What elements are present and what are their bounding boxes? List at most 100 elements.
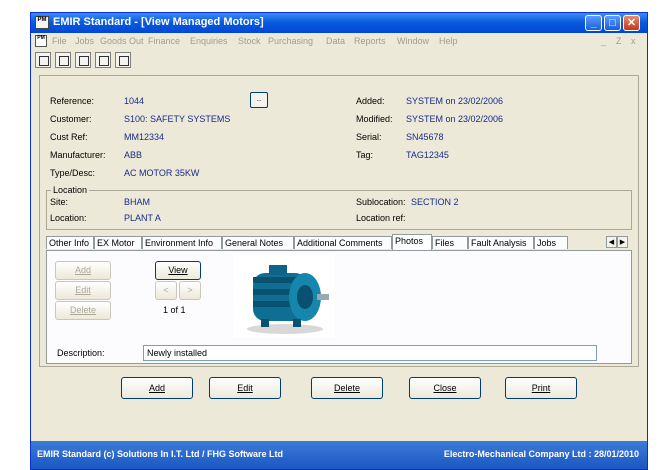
photo-edit-button[interactable]: Edit (55, 281, 111, 300)
tab-fault-analysis[interactable]: Fault Analysis (468, 236, 534, 249)
location-ref-label: Location ref: (356, 213, 406, 223)
cust-ref-value: MM12334 (124, 132, 165, 142)
photo-view-button[interactable]: View (155, 261, 201, 280)
menu-reports[interactable]: Reports (354, 36, 386, 46)
menu-bar: PM File Jobs Goods Out Finance Enquiries… (31, 33, 647, 50)
photos-tab-panel: Add Edit Delete View < > 1 of 1 Descript… (46, 250, 632, 364)
close-button[interactable]: Close (409, 377, 481, 399)
edit-button[interactable]: Edit (209, 377, 281, 399)
tab-scroll-right-icon[interactable]: ▶ (617, 236, 628, 248)
photo-delete-button[interactable]: Delete (55, 301, 111, 320)
database-icon[interactable] (95, 52, 111, 68)
added-value: SYSTEM on 23/02/2006 (406, 96, 504, 106)
photo-counter: 1 of 1 (163, 305, 186, 315)
status-bar: EMIR Standard (c) Solutions In I.T. Ltd … (31, 441, 647, 469)
location-value: PLANT A (124, 213, 161, 223)
mdi-close-icon[interactable]: x (631, 36, 636, 46)
calculator-icon[interactable] (115, 52, 131, 68)
record-panel: Reference: 1044 .. Customer: S100: SAFET… (39, 75, 639, 367)
photo-add-label: Add (74, 265, 91, 275)
close-icon[interactable]: ✕ (623, 15, 640, 31)
document-icon[interactable]: PM (35, 35, 47, 47)
delete-button[interactable]: Delete (311, 377, 383, 399)
mdi-restore-icon[interactable]: Ζ (616, 36, 622, 46)
photo-delete-label: Delete (69, 305, 96, 315)
tab-jobs[interactable]: Jobs (534, 236, 568, 249)
reference-label: Reference: (50, 96, 95, 106)
location-label: Location: (50, 213, 87, 223)
mdi-minimize-icon[interactable]: _ (601, 36, 606, 46)
customer-label: Customer: (50, 114, 92, 124)
tag-value: TAG12345 (406, 150, 449, 160)
photo-next-button[interactable]: > (179, 281, 201, 300)
menu-finance[interactable]: Finance (148, 36, 180, 46)
manufacturer-value: ABB (124, 150, 143, 160)
menu-data[interactable]: Data (326, 36, 345, 46)
sublocation-value: SECTION 2 (411, 197, 459, 207)
modified-label: Modified: (356, 114, 393, 124)
tab-environment-info[interactable]: Environment Info (142, 236, 222, 249)
minimize-icon[interactable]: _ (585, 15, 602, 31)
menu-enquiries[interactable]: Enquiries (190, 36, 228, 46)
status-company-date: Electro-Mechanical Company Ltd : 28/01/2… (443, 449, 639, 459)
edit-label: Edit (237, 383, 253, 393)
tab-other-info[interactable]: Other Info (46, 236, 94, 249)
sublocation-label: Sublocation: (356, 197, 406, 207)
serial-value: SN45678 (406, 132, 444, 142)
modified-value: SYSTEM on 23/02/2006 (406, 114, 504, 124)
new-doc-icon[interactable] (35, 52, 51, 68)
added-label: Added: (356, 96, 385, 106)
print-label: Print (531, 383, 551, 393)
tag-label: Tag: (356, 150, 374, 160)
description-label: Description: (57, 348, 105, 358)
reference-value: 1044 (124, 96, 145, 106)
tab-additional-comments[interactable]: Additional Comments (294, 236, 392, 249)
tab-scroll-left-icon[interactable]: ◀ (606, 236, 617, 248)
app-icon[interactable]: PM (35, 16, 49, 29)
close-label: Close (433, 383, 457, 393)
tab-photos[interactable]: Photos (392, 234, 432, 250)
delete-label: Delete (333, 383, 360, 393)
maximize-icon[interactable]: □ (604, 15, 621, 31)
menu-purchasing[interactable]: Purchasing (268, 36, 313, 46)
type-label: Type/Desc: (50, 168, 96, 178)
action-buttons: Add Edit Delete Close Print (39, 371, 639, 411)
photo-prev-button[interactable]: < (155, 281, 177, 300)
add-label: Add (148, 383, 165, 393)
menu-file[interactable]: File (52, 36, 67, 46)
add-button[interactable]: Add (121, 377, 193, 399)
menu-goods-out[interactable]: Goods Out (100, 36, 144, 46)
tab-strip: Other Info EX Motor Environment Info Gen… (46, 234, 632, 250)
menu-jobs[interactable]: Jobs (75, 36, 94, 46)
site-label: Site: (50, 197, 69, 207)
motor-photo (233, 255, 335, 337)
photo-edit-label: Edit (75, 285, 91, 295)
location-group: Location Site: BHAM Location: PLANT A Su… (46, 185, 632, 230)
toolbar (31, 50, 647, 71)
status-copyright: EMIR Standard (c) Solutions In I.T. Ltd … (37, 449, 283, 459)
photo-add-button[interactable]: Add (55, 261, 111, 280)
description-field[interactable]: Newly installed (143, 345, 597, 361)
menu-window[interactable]: Window (397, 36, 429, 46)
application-window: PM EMIR Standard - [View Managed Motors]… (30, 12, 648, 470)
tools-icon[interactable] (75, 52, 91, 68)
photo-view-label: View (168, 265, 188, 275)
tab-files[interactable]: Files (432, 236, 468, 249)
site-value: BHAM (124, 197, 151, 207)
manufacturer-label: Manufacturer: (50, 150, 106, 160)
find-icon[interactable] (55, 52, 71, 68)
window-title: EMIR Standard - [View Managed Motors] (53, 16, 264, 28)
lookup-button[interactable]: .. (250, 92, 268, 108)
print-button[interactable]: Print (505, 377, 577, 399)
customer-value: S100: SAFETY SYSTEMS (124, 114, 231, 124)
serial-label: Serial: (356, 132, 382, 142)
menu-stock[interactable]: Stock (238, 36, 261, 46)
title-bar: PM EMIR Standard - [View Managed Motors]… (31, 13, 647, 33)
tab-ex-motor[interactable]: EX Motor (94, 236, 142, 249)
menu-help[interactable]: Help (439, 36, 458, 46)
location-group-title: Location (51, 185, 90, 195)
type-value: AC MOTOR 35KW (124, 168, 200, 178)
tab-general-notes[interactable]: General Notes (222, 236, 294, 249)
motor-image (233, 255, 335, 337)
cust-ref-label: Cust Ref: (50, 132, 88, 142)
